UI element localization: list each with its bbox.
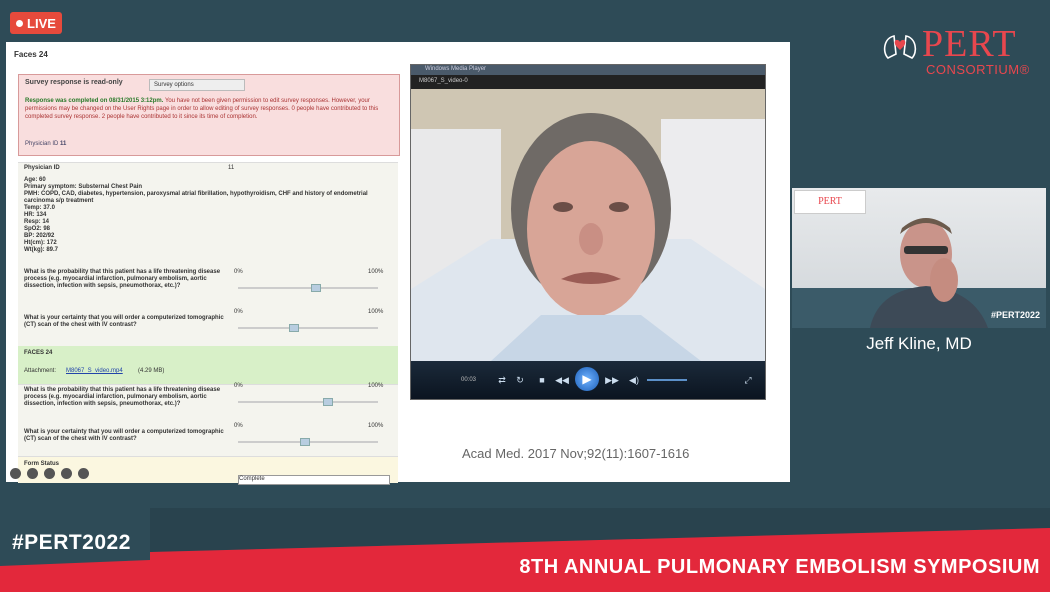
chat-icon[interactable]	[61, 468, 72, 479]
speaker-name: Jeff Kline, MD	[866, 334, 972, 353]
scale-min: 0%	[234, 383, 243, 389]
live-dot-icon	[16, 19, 24, 27]
media-player-window: Windows Media Player M8067_S_video-0 00:…	[410, 64, 766, 400]
probability-slider[interactable]	[238, 284, 378, 292]
screen-icon[interactable]	[44, 468, 55, 479]
case-value: 11	[228, 165, 235, 171]
logo-subtitle: CONSORTIUM®	[926, 62, 1030, 77]
readonly-alert: Survey response is read-only Survey opti…	[18, 74, 400, 156]
attachment-link[interactable]: M8067_S_video.mp4	[66, 368, 146, 375]
case-panel: Physician ID 11 Age: 60 Primary symptom:…	[18, 162, 398, 347]
slider-knob[interactable]	[289, 324, 299, 332]
certainty-slider[interactable]	[238, 324, 378, 332]
toolbar-add-icon[interactable]	[10, 468, 21, 479]
scale-max: 100%	[368, 269, 384, 275]
survey-title: Faces 24	[14, 50, 48, 59]
logo-wordmark: PERT	[922, 23, 1017, 65]
attachment-label: Attachment:	[24, 368, 57, 374]
attachment-size: (4.29 MB)	[138, 368, 165, 374]
patient-vitals: Age: 60 Primary symptom: Substernal Ches…	[24, 177, 368, 253]
play-button[interactable]: ▶	[575, 367, 599, 391]
previous-icon[interactable]: ◀◀	[555, 373, 569, 387]
fullscreen-icon[interactable]: ⤢	[741, 373, 755, 387]
readonly-message: Response was completed on 08/31/2015 3:1…	[25, 97, 391, 121]
slider-knob[interactable]	[322, 398, 333, 406]
pert-logo: PERT CONSORTIUM®	[878, 24, 1048, 84]
scale-max: 100%	[368, 383, 384, 389]
player-title: Windows Media Player	[425, 66, 487, 72]
speaker-video: PERT #PERT2022	[792, 188, 1046, 328]
slider-knob[interactable]	[300, 438, 311, 446]
status-select[interactable]: Complete	[238, 475, 390, 485]
faces-section: FACES 24 Attachment: M8067_S_video.mp4 (…	[18, 346, 398, 384]
probability-slider[interactable]	[238, 398, 378, 406]
annotation-toolbar	[10, 468, 110, 482]
playback-time: 00:03	[461, 377, 477, 383]
scale-max: 100%	[368, 423, 384, 429]
volume-icon[interactable]: ◀)	[627, 373, 641, 387]
speaker-image	[870, 218, 988, 328]
question-life-threatening: What is the probability that this patien…	[24, 269, 221, 289]
live-badge: LIVE	[10, 12, 62, 34]
question-ct-scan: What is your certainty that you will ord…	[24, 315, 224, 328]
stop-icon[interactable]: ■	[535, 373, 549, 387]
scale-min: 0%	[234, 423, 243, 429]
faces-questions: What is the probability that this patien…	[18, 383, 398, 457]
player-title-bar: Windows Media Player	[411, 65, 765, 75]
readonly-label: Survey response is read-only	[25, 79, 123, 86]
completed-message: Response was completed on 08/31/2015 3:1…	[25, 98, 164, 104]
scale-max: 100%	[368, 309, 384, 315]
volume-slider[interactable]	[647, 379, 687, 381]
certainty-slider[interactable]	[238, 438, 378, 446]
footer-hashtag: #PERT2022	[12, 531, 131, 554]
video-file-name: M8067_S_video-0	[419, 78, 468, 84]
next-icon[interactable]: ▶▶	[605, 373, 619, 387]
case-label: Physician ID	[24, 165, 60, 171]
lungs-heart-icon	[883, 35, 917, 59]
section-label: FACES 24	[24, 350, 53, 356]
scale-min: 0%	[234, 269, 243, 275]
symposium-title: 8TH ANNUAL PULMONARY EMBOLISM SYMPOSIUM	[519, 556, 1040, 578]
shuffle-icon[interactable]: ⇄	[495, 373, 509, 387]
live-label: LIVE	[27, 15, 56, 31]
survey-screenshot: Faces 24 Survey response is read-only Su…	[6, 42, 406, 485]
shared-slide: Faces 24 Survey response is read-only Su…	[6, 42, 790, 485]
player-controls: 00:03 ⇄ ↻ ■ ◀◀ ▶ ▶▶ ◀) ⤢	[411, 361, 765, 399]
slider-knob[interactable]	[311, 284, 322, 292]
next-icon[interactable]	[78, 468, 89, 479]
question-ct-scan: What is your certainty that you will ord…	[24, 429, 224, 442]
repeat-icon[interactable]: ↻	[513, 373, 527, 387]
citation-text: Acad Med. 2017 Nov;92(11):1607-1616	[462, 446, 690, 461]
player-file-bar: M8067_S_video-0	[411, 75, 765, 89]
scale-min: 0%	[234, 309, 243, 315]
speaker-hashtag: #PERT2022	[990, 310, 1040, 320]
pen-icon[interactable]	[27, 468, 38, 479]
footer-banner	[0, 508, 1050, 592]
survey-options-button[interactable]: Survey options	[149, 79, 245, 91]
video-frame[interactable]	[411, 89, 765, 361]
patient-video-image	[411, 89, 765, 361]
form-status-label: Form Status	[24, 461, 60, 467]
question-life-threatening: What is the probability that this patien…	[24, 387, 221, 407]
physician-id-row: Physician ID 11	[25, 141, 67, 147]
